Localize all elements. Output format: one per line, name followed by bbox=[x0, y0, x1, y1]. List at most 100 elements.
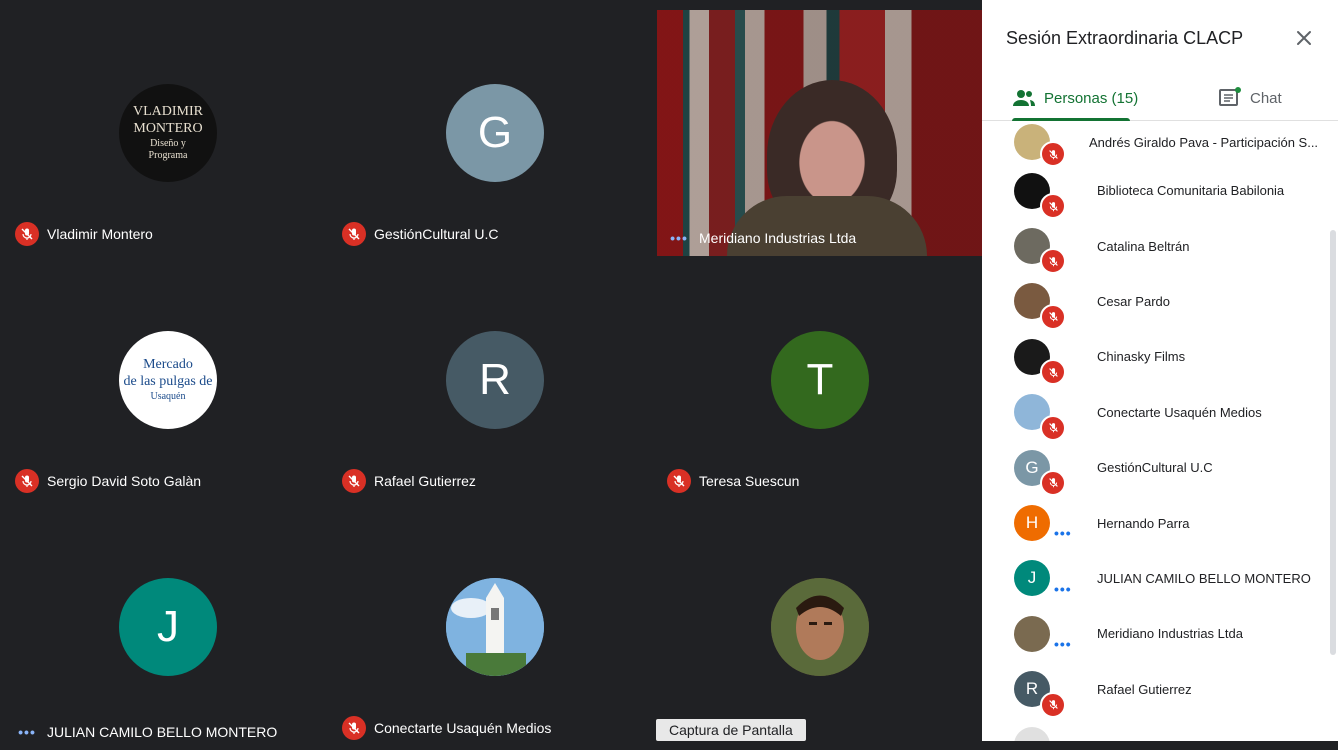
tile-participant-name: Conectarte Usaquén Medios bbox=[374, 720, 552, 736]
tab-chat-label: Chat bbox=[1250, 89, 1282, 107]
mic-off-badge bbox=[1040, 359, 1066, 386]
participant-photo bbox=[771, 578, 869, 676]
tile-name-bar: GestiónCultural U.C bbox=[342, 222, 499, 246]
participant-tile[interactable]: Mercado de las pulgas de Usaquén Sergio Dav… bbox=[5, 257, 331, 503]
people-icon bbox=[1013, 90, 1035, 106]
tile-avatar bbox=[771, 578, 869, 676]
mic-off-icon bbox=[1048, 257, 1058, 267]
mic-off-icon bbox=[348, 475, 360, 487]
mic-off-badge bbox=[667, 469, 691, 493]
participants-panel: Sesión Extraordinaria CLACP Personas (15… bbox=[982, 0, 1338, 741]
tile-participant-name: Sergio David Soto Galàn bbox=[47, 473, 202, 489]
participant-tile[interactable]: G GestiónCultural U.C bbox=[332, 10, 658, 256]
mic-off-badge bbox=[1040, 248, 1066, 275]
participant-row[interactable]: Conectarte Usaquén Medios bbox=[982, 385, 1328, 441]
participant-row[interactable]: Catalina Beltrán bbox=[982, 218, 1328, 275]
participant-row[interactable]: R Rafael Gutierrez bbox=[982, 662, 1328, 718]
mic-off-badge bbox=[342, 222, 366, 246]
participant-name: Andrés Giraldo Pava - Participación S... bbox=[1089, 134, 1319, 150]
tile-avatar: J bbox=[119, 578, 217, 676]
participant-row[interactable]: J ••• JULIAN CAMILO BELLO MONTERO bbox=[982, 551, 1328, 606]
mic-off-badge bbox=[342, 716, 366, 740]
mic-off-icon bbox=[21, 475, 33, 487]
avatar-logo-text: VLADIMIR bbox=[133, 104, 203, 120]
tile-name-bar: ••• Meridiano Industrias Ltda bbox=[667, 230, 856, 246]
avatar-logo-text: MONTERO bbox=[133, 121, 203, 136]
participant-name: Catalina Beltrán bbox=[1097, 238, 1190, 254]
chat-icon bbox=[1219, 87, 1241, 106]
participant-name: Meridiano Industrias Ltda bbox=[1097, 626, 1243, 642]
audio-activity-icon: ••• bbox=[1054, 525, 1072, 542]
participant-tile[interactable]: Conectarte Usaquén Medios bbox=[332, 504, 658, 750]
participant-name: JULIAN CAMILO BELLO MONTERO bbox=[1097, 570, 1311, 586]
close-icon bbox=[1297, 31, 1311, 45]
tile-name-bar: Vladimir Montero bbox=[15, 222, 153, 246]
avatar-logo-text: Diseño y bbox=[150, 137, 186, 149]
avatar-logo-text: Mercado bbox=[143, 357, 193, 373]
participant-name: Rafael Gutierrez bbox=[1097, 681, 1192, 697]
tile-name-bar: Sergio David Soto Galàn bbox=[15, 469, 201, 493]
tile-avatar: T bbox=[771, 331, 869, 429]
participant-tile[interactable]: ••• Meridiano Industrias Ltda bbox=[657, 10, 983, 256]
participant-list-scrollbar[interactable] bbox=[1330, 230, 1336, 655]
participant-name: Conectarte Usaquén Medios bbox=[1097, 404, 1262, 420]
tile-participant-name: Teresa Suescun bbox=[699, 473, 800, 489]
participant-name: Chinasky Films bbox=[1097, 349, 1186, 365]
participant-row[interactable]: Biblioteca Comunitaria Babilonia bbox=[982, 163, 1328, 219]
mic-off-badge bbox=[1040, 303, 1066, 330]
participant-row[interactable]: Andrés Giraldo Pava - Participación S... bbox=[982, 121, 1328, 167]
mic-off-icon bbox=[1048, 423, 1058, 433]
participant-row[interactable]: G GestiónCultural U.C bbox=[982, 440, 1328, 496]
mic-off-badge bbox=[1040, 193, 1066, 219]
avatar-logo-text: Programa bbox=[148, 149, 188, 161]
tab-people[interactable]: Personas (15) bbox=[1012, 76, 1138, 120]
mic-off-icon bbox=[1048, 201, 1058, 211]
tile-participant-name: Vladimir Montero bbox=[47, 226, 153, 242]
mic-off-icon bbox=[1048, 367, 1058, 377]
screenshot-tooltip: Captura de Pantalla bbox=[656, 719, 806, 741]
tile-participant-name: Rafael Gutierrez bbox=[374, 473, 476, 489]
tile-participant-name: GestiónCultural U.C bbox=[374, 226, 499, 242]
tile-avatar bbox=[446, 578, 544, 676]
participant-list[interactable]: Andrés Giraldo Pava - Participación S...… bbox=[982, 121, 1328, 741]
tile-participant-name: Meridiano Industrias Ltda bbox=[699, 230, 857, 246]
participant-row[interactable]: H ••• Hernando Parra bbox=[982, 495, 1328, 550]
avatar-logo-text: de las pulgas de bbox=[123, 374, 213, 389]
tile-name-bar: Rafael Gutierrez bbox=[342, 469, 476, 493]
tile-avatar: Mercado de las pulgas de Usaquén bbox=[119, 331, 217, 429]
tile-participant-name: JULIAN CAMILO BELLO MONTERO bbox=[47, 724, 278, 740]
participant-row[interactable]: ••• Meridiano Industrias Ltda bbox=[982, 606, 1328, 661]
participant-name: Cesar Pardo bbox=[1097, 293, 1170, 309]
participant-avatar bbox=[1014, 726, 1050, 741]
tile-avatar: VLADIMIR MONTERO Diseño y Programa bbox=[119, 84, 217, 182]
tile-name-bar: Teresa Suescun bbox=[667, 469, 799, 493]
participant-tile[interactable]: R Rafael Gutierrez bbox=[332, 257, 658, 503]
mic-off-icon bbox=[21, 228, 33, 240]
tile-name-bar: ••• JULIAN CAMILO BELLO MONTERO bbox=[15, 724, 277, 740]
participant-tile[interactable]: T Teresa Suescun bbox=[657, 257, 983, 503]
tab-chat[interactable]: Chat bbox=[1218, 76, 1282, 120]
mic-off-icon bbox=[673, 475, 685, 487]
mic-off-badge bbox=[1040, 691, 1066, 718]
mic-off-icon bbox=[348, 228, 360, 240]
mic-off-badge bbox=[1040, 414, 1066, 441]
mic-off-icon bbox=[1048, 478, 1058, 488]
participant-name: Biblioteca Comunitaria Babilonia bbox=[1097, 183, 1285, 199]
participant-row[interactable]: Cesar Pardo bbox=[982, 274, 1328, 330]
close-panel-button[interactable] bbox=[1292, 26, 1316, 50]
tile-avatar: G bbox=[446, 84, 544, 182]
participant-tile[interactable]: VLADIMIR MONTERO Diseño y Programa Vladimir … bbox=[5, 10, 331, 256]
audio-activity-icon: ••• bbox=[1054, 580, 1072, 597]
participant-tile[interactable]: J ••• JULIAN CAMILO BELLO MONTERO bbox=[5, 504, 331, 750]
participant-tile[interactable] bbox=[657, 504, 983, 750]
tab-people-label: Personas (15) bbox=[1044, 89, 1139, 107]
audio-activity-icon: ••• bbox=[18, 724, 36, 740]
tile-avatar: R bbox=[446, 331, 544, 429]
mic-off-icon bbox=[1048, 149, 1058, 159]
participant-row[interactable]: Chinasky Films bbox=[982, 329, 1328, 386]
participant-row[interactable] bbox=[982, 717, 1328, 741]
mic-off-icon bbox=[348, 722, 360, 734]
mic-off-badge bbox=[342, 469, 366, 493]
mic-off-badge bbox=[15, 222, 39, 246]
participant-avatar: J bbox=[1014, 560, 1050, 597]
